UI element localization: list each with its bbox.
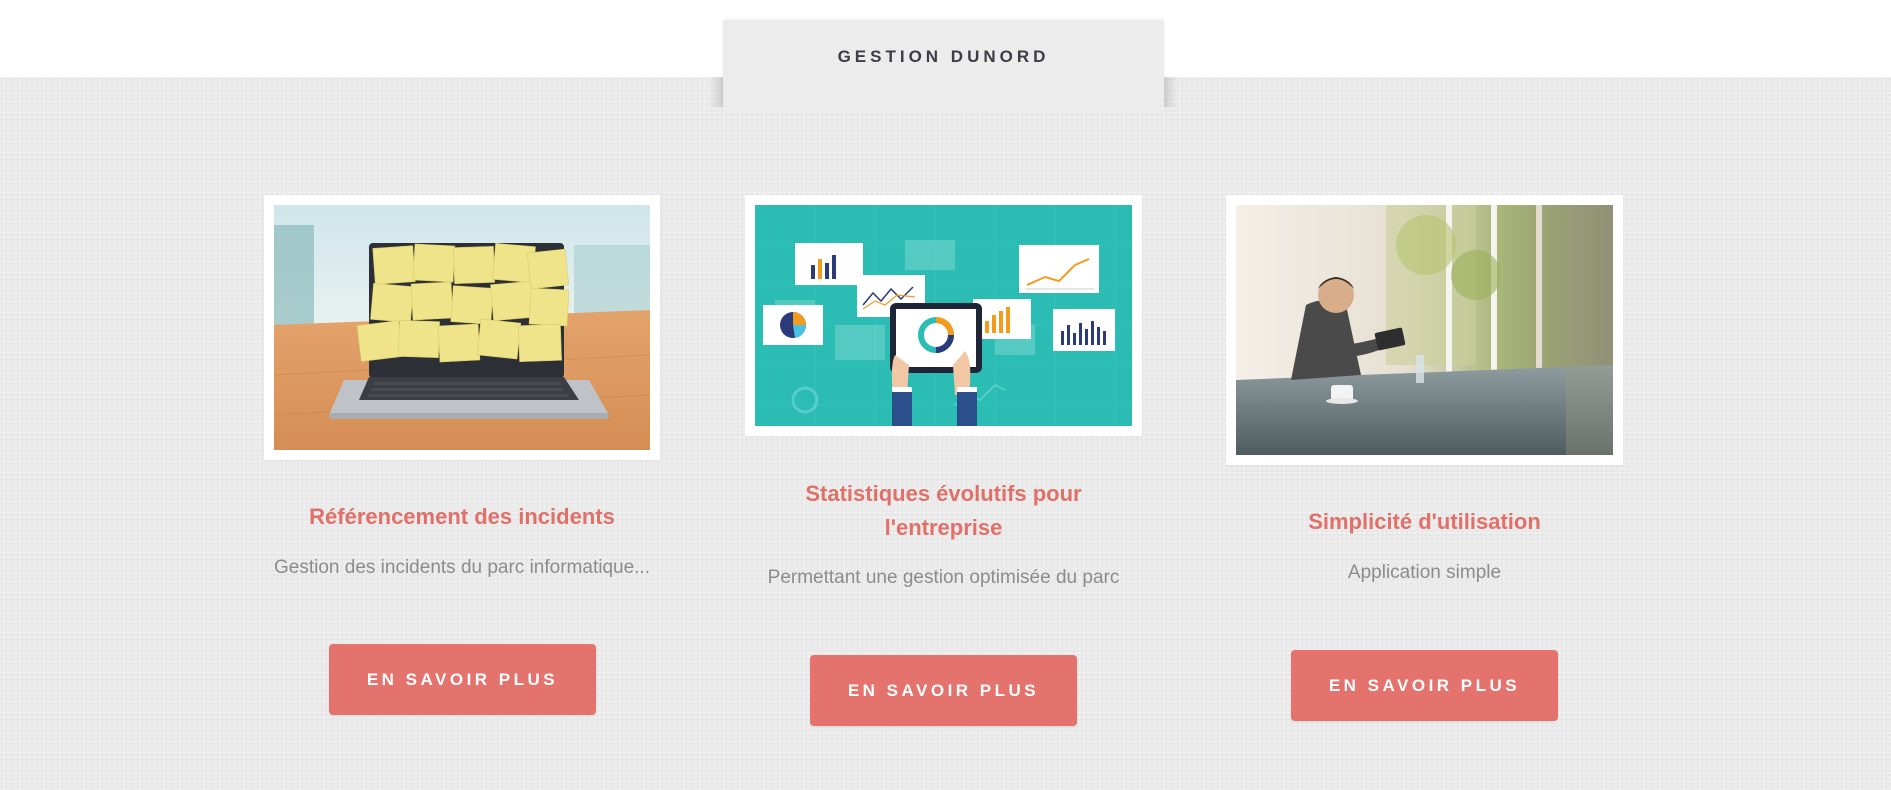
feature-description: Application simple bbox=[1347, 562, 1502, 583]
feature-card-incidents: Référencement des incidents Gestion des … bbox=[264, 195, 660, 715]
man-with-tablet-image bbox=[1236, 205, 1613, 455]
feature-image-frame bbox=[745, 195, 1142, 436]
feature-image-frame bbox=[264, 195, 660, 460]
feature-title: Statistiques évolutifs pour l'entreprise bbox=[745, 477, 1142, 545]
feature-card-simplicity: Simplicité d'utilisation Application sim… bbox=[1226, 195, 1623, 725]
brand-title: GESTION DUNORD bbox=[837, 47, 1050, 66]
brand-tab[interactable]: GESTION DUNORD bbox=[709, 20, 1178, 112]
feature-title-line-1: Statistiques évolutifs pour bbox=[805, 481, 1082, 506]
laptop-sticky-notes-image bbox=[274, 205, 650, 450]
learn-more-button[interactable]: EN SAVOIR PLUS bbox=[329, 644, 596, 715]
feature-title: Simplicité d'utilisation bbox=[1308, 509, 1541, 534]
feature-title-line-2: l'entreprise bbox=[884, 515, 1003, 540]
analytics-dashboard-image bbox=[755, 205, 1132, 426]
learn-more-button[interactable]: EN SAVOIR PLUS bbox=[810, 655, 1077, 726]
feature-image-frame bbox=[1226, 195, 1623, 465]
feature-description: Permettant une gestion optimisée du parc bbox=[767, 567, 1120, 588]
learn-more-button[interactable]: EN SAVOIR PLUS bbox=[1291, 650, 1558, 721]
feature-title: Référencement des incidents bbox=[309, 504, 615, 529]
feature-description: Gestion des incidents du parc informatiq… bbox=[274, 557, 650, 578]
feature-card-statistics: Statistiques évolutifs pour l'entreprise… bbox=[745, 195, 1142, 726]
